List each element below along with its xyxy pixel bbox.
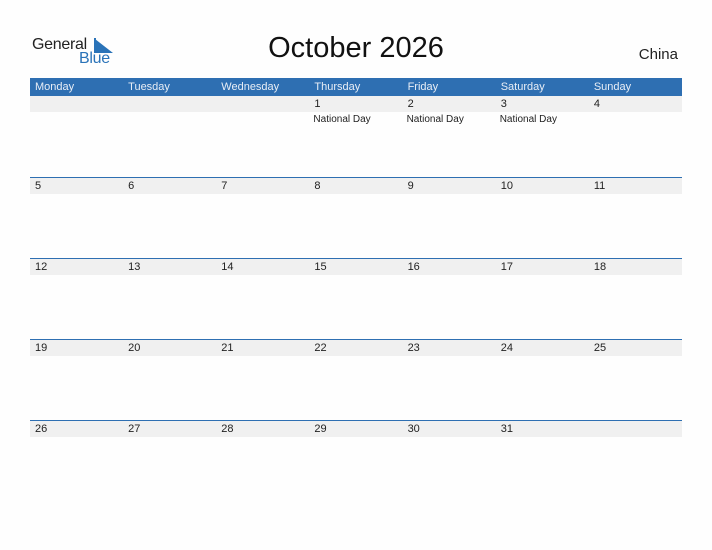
day-cell: 29 — [309, 421, 402, 502]
day-cell: 1 National Day — [309, 96, 402, 177]
day-number: 7 — [221, 180, 228, 192]
day-number: 31 — [500, 423, 513, 435]
day-cell — [123, 96, 216, 177]
day-number: 10 — [500, 180, 513, 192]
day-cell: 11 — [589, 178, 682, 259]
week-row: 1 National Day 2 National Day 3 National Day 4 — [30, 96, 682, 177]
day-number: 20 — [128, 342, 141, 354]
day-number: 23 — [407, 342, 420, 354]
weekday-label: Tuesday — [128, 81, 170, 93]
day-number: 14 — [221, 261, 234, 273]
weekday-label: Saturday — [500, 81, 545, 93]
weekday-label: Sunday — [593, 81, 632, 93]
day-cell: 10 — [496, 178, 589, 259]
week-row: 5 6 7 8 9 10 11 — [30, 177, 682, 258]
week-row: 26 27 28 29 30 31 — [30, 420, 682, 501]
day-number: 22 — [314, 342, 327, 354]
week-row: 12 13 14 15 16 17 18 — [30, 258, 682, 339]
holiday-label: National Day — [499, 114, 557, 125]
day-cell: 18 — [589, 259, 682, 340]
day-cell: 3 National Day — [496, 96, 589, 177]
weekday-header: Monday Tuesday Wednesday Thursday Friday… — [30, 78, 682, 96]
day-number: 8 — [314, 180, 321, 192]
holiday-label: National Day — [406, 114, 464, 125]
day-number: 15 — [314, 261, 327, 273]
weekday-label: Monday — [35, 81, 75, 93]
day-number: 26 — [35, 423, 48, 435]
day-number: 18 — [593, 261, 607, 273]
day-number: 4 — [593, 98, 600, 110]
day-cell: 16 — [403, 259, 496, 340]
day-number: 21 — [221, 342, 234, 354]
page-title: October 2026 — [268, 32, 444, 64]
day-cell: 30 — [403, 421, 496, 502]
day-cell: 8 — [309, 178, 402, 259]
day-cell: 12 — [30, 259, 123, 340]
day-number: 24 — [500, 342, 513, 354]
day-cell: 5 — [30, 178, 123, 259]
day-cell: 14 — [216, 259, 309, 340]
day-cell: 15 — [309, 259, 402, 340]
day-number: 28 — [221, 423, 234, 435]
day-cell — [589, 421, 682, 502]
day-number: 25 — [593, 342, 607, 354]
day-number: 19 — [35, 342, 48, 354]
calendar: Monday Tuesday Wednesday Thursday Friday… — [30, 78, 682, 501]
day-cell: 25 — [589, 340, 682, 421]
day-cell: 19 — [30, 340, 123, 421]
day-number: 12 — [35, 261, 48, 273]
day-number: 5 — [35, 180, 42, 192]
day-number: 11 — [593, 180, 606, 192]
day-cell: 2 National Day — [403, 96, 496, 177]
day-cell: 22 — [309, 340, 402, 421]
day-cell: 26 — [30, 421, 123, 502]
country-label: China — [638, 46, 678, 63]
day-cell: 9 — [403, 178, 496, 259]
day-number: 27 — [128, 423, 141, 435]
day-cell: 17 — [496, 259, 589, 340]
day-number: 29 — [314, 423, 327, 435]
day-cell: 4 — [589, 96, 682, 177]
day-cell: 31 — [496, 421, 589, 502]
day-number: 17 — [500, 261, 513, 273]
day-cell: 28 — [216, 421, 309, 502]
calendar-weeks: 1 National Day 2 National Day 3 National Day 4… — [30, 96, 682, 501]
day-number: 1 — [314, 98, 321, 110]
day-cell: 13 — [123, 259, 216, 340]
day-cell: 27 — [123, 421, 216, 502]
day-cell — [30, 96, 123, 177]
day-number: 9 — [407, 180, 414, 192]
day-number: 16 — [407, 261, 420, 273]
day-cell: 7 — [216, 178, 309, 259]
day-number: 30 — [407, 423, 420, 435]
day-cell: 24 — [496, 340, 589, 421]
day-cell: 20 — [123, 340, 216, 421]
weekday-label: Thursday — [314, 81, 361, 93]
day-cell: 23 — [403, 340, 496, 421]
week-row: 19 20 21 22 23 24 25 — [30, 339, 682, 420]
day-number: 6 — [128, 180, 135, 192]
day-number: 3 — [500, 98, 507, 110]
day-cell: 21 — [216, 340, 309, 421]
day-number: 2 — [407, 98, 414, 110]
holiday-label: National Day — [313, 114, 371, 125]
weekday-label: Friday — [407, 81, 439, 93]
day-cell: 6 — [123, 178, 216, 259]
weekday-label: Wednesday — [221, 81, 280, 93]
day-cell — [216, 96, 309, 177]
day-number: 13 — [128, 261, 141, 273]
